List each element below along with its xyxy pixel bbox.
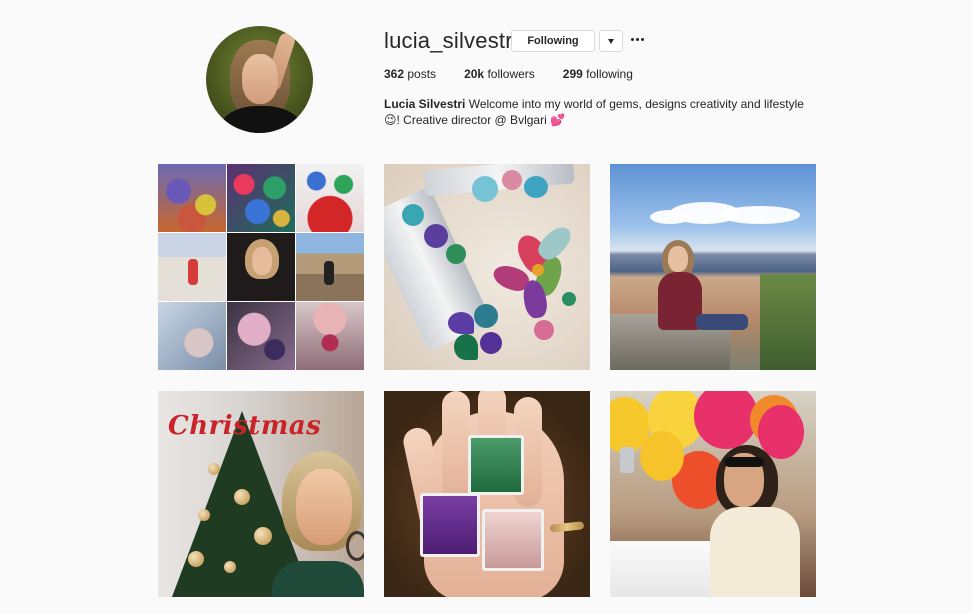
gem-image (480, 332, 502, 354)
posts-stat: 362 posts (384, 67, 436, 81)
posts-count: 362 (384, 67, 405, 81)
gem-image (502, 170, 522, 190)
gem-image (402, 204, 424, 226)
gem-image (524, 176, 548, 198)
gem-image (424, 224, 448, 248)
post-thumbnail-5[interactable] (384, 391, 590, 597)
posts-label: posts (407, 67, 437, 81)
gem-image (532, 264, 544, 276)
gem-image (562, 292, 576, 306)
followers-label: followers (487, 67, 535, 81)
cloud-image (650, 210, 690, 224)
gift-ring-image (468, 435, 524, 495)
gem-image (474, 304, 498, 328)
following-button[interactable]: Following (511, 30, 595, 52)
profile-bio: Lucia Silvestri Welcome into my world of… (384, 96, 814, 128)
post-thumbnail-3[interactable] (610, 164, 816, 370)
ornament-image (234, 489, 250, 505)
bio-text-line1: Welcome into my world of gems, designs c… (468, 97, 804, 111)
christmas-caption: Christmas (168, 411, 322, 441)
avatar-face (242, 54, 278, 104)
phone-image (620, 447, 634, 473)
balloon-image (640, 431, 684, 481)
fur-image (610, 541, 710, 597)
trees-image (760, 274, 816, 370)
gem-image (448, 312, 474, 334)
ornament-image (224, 561, 236, 573)
person-body (272, 561, 364, 597)
more-options-icon[interactable] (629, 32, 645, 46)
ornament-image (208, 463, 220, 475)
post-thumbnail-6[interactable] (610, 391, 816, 597)
finger-image (442, 391, 470, 501)
person-face (668, 246, 688, 272)
profile-stats: 362 posts 20k followers 299 following (384, 67, 661, 81)
earring-image (346, 531, 364, 561)
post-thumbnail-4[interactable]: Christmas (158, 391, 364, 597)
balloon-image (694, 391, 758, 449)
person-body (710, 507, 800, 597)
person-face (296, 469, 352, 545)
post-thumbnail-2[interactable] (384, 164, 590, 370)
gift-ring-image (482, 509, 544, 571)
bracelet-image (423, 164, 575, 197)
bio-name: Lucia Silvestri (384, 97, 466, 111)
chevron-down-icon (608, 38, 614, 44)
following-label: following (586, 67, 633, 81)
sunglasses-image (724, 457, 764, 467)
gem-image (534, 320, 554, 340)
cloud-image (720, 206, 800, 224)
ornament-image (188, 551, 204, 567)
bracelet-image (384, 186, 493, 352)
gem-image (472, 176, 498, 202)
following-count: 299 (562, 67, 583, 81)
ornament-image (254, 527, 272, 545)
gem-image (454, 334, 478, 360)
collage-image (158, 164, 364, 370)
profile-username: lucia_silvestri (384, 28, 518, 53)
avatar-body (220, 106, 302, 133)
followers-count: 20k (464, 67, 485, 81)
suggestions-dropdown-button[interactable] (599, 30, 623, 52)
profile-avatar[interactable] (206, 26, 313, 133)
ornament-image (198, 509, 210, 521)
followers-stat[interactable]: 20k followers (464, 67, 535, 81)
person-legs (696, 314, 748, 330)
gem-image (446, 244, 466, 264)
post-thumbnail-1[interactable] (158, 164, 364, 370)
following-stat[interactable]: 299 following (563, 67, 633, 81)
bio-text-line2: 😉! Creative director @ Bvlgari 💕 (384, 113, 566, 127)
gift-ring-image (420, 493, 480, 557)
